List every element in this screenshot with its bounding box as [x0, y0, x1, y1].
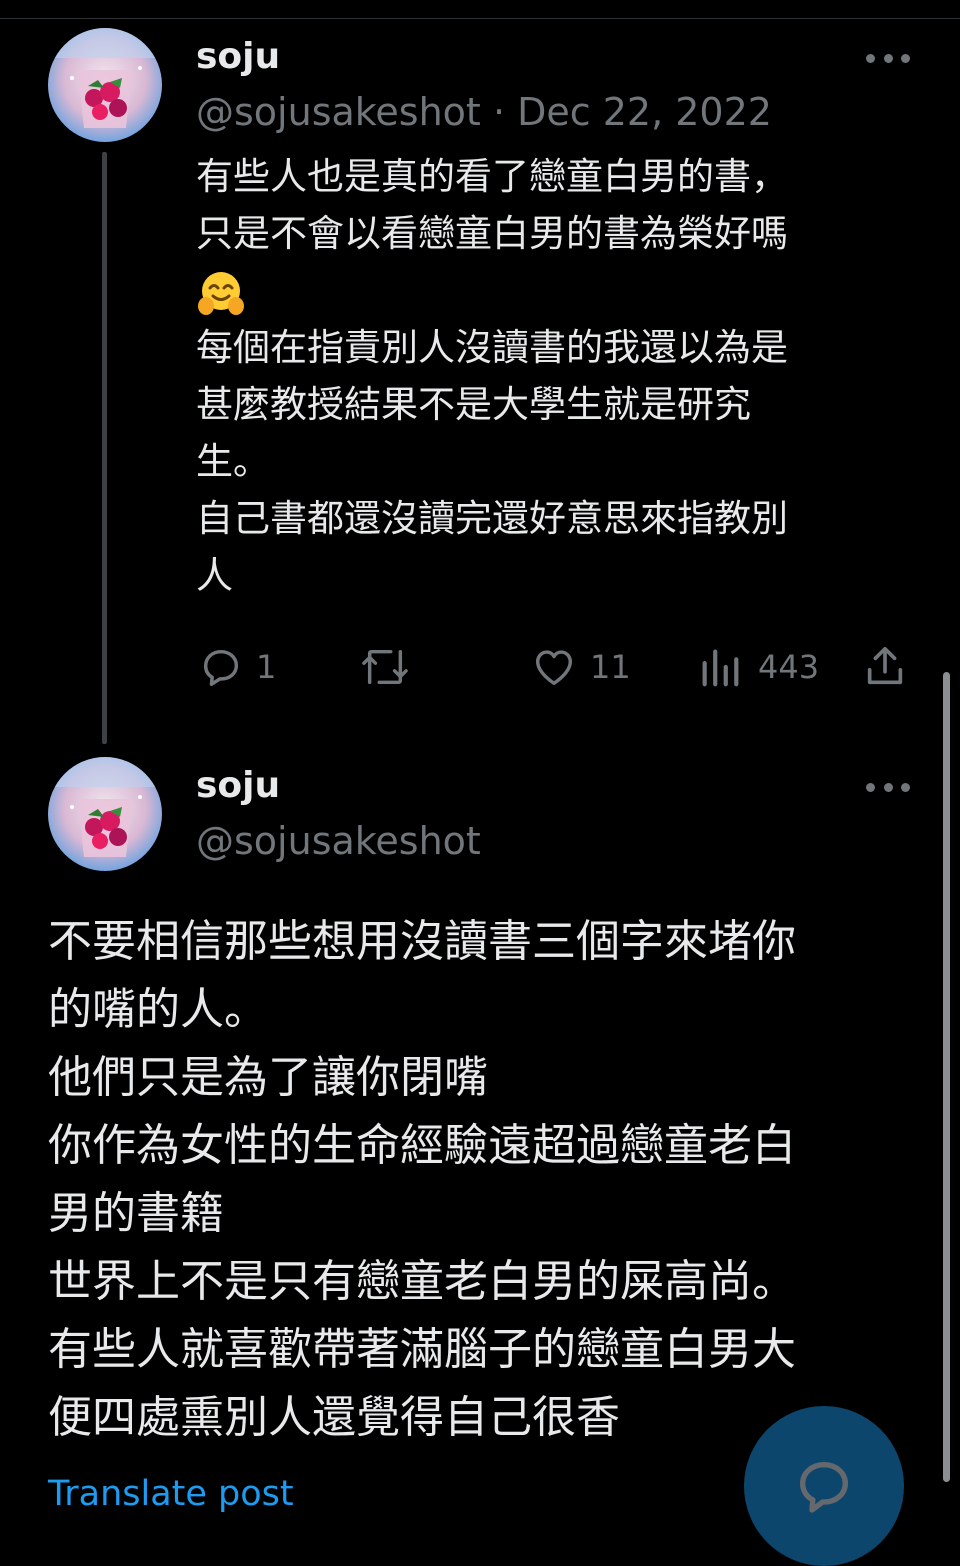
post-text: 不要相信那些想用沒讀書三個字來堵你 的嘴的人。 他們只是為了讓你閉嘴 你作為女性… [48, 916, 796, 1443]
heart-icon [535, 650, 573, 686]
compose-reply-button[interactable] [744, 1406, 904, 1566]
thread-connector-line [102, 152, 107, 744]
hugging-face-emoji-icon [196, 268, 246, 318]
author-name[interactable]: soju [196, 36, 280, 77]
post-text-part-2: 每個在指責別人沒讀書的我還以為是 甚麼教授結果不是大學生就是研究 生。 自己書都… [196, 326, 788, 597]
post-date[interactable]: Dec 22, 2022 [517, 90, 772, 134]
more-options-icon[interactable] [866, 48, 910, 68]
post-text: 有些人也是真的看了戀童白男的書， 只是不會以看戀童白男的書為榮好嗎 每個在指責別… [196, 148, 896, 604]
share-button[interactable] [862, 642, 908, 690]
post-text-part-1: 有些人也是真的看了戀童白男的書， 只是不會以看戀童白男的書為榮好嗎 [196, 155, 788, 255]
author-handle[interactable]: @sojusakeshot [196, 819, 481, 863]
reply-count: 1 [256, 648, 277, 686]
reply-bubble-icon [800, 1462, 848, 1513]
share-icon [867, 646, 903, 685]
more-options-icon[interactable] [866, 777, 910, 797]
top-divider [0, 18, 960, 19]
scrollbar[interactable] [943, 672, 950, 1482]
repost-button[interactable] [358, 644, 424, 690]
author-handle[interactable]: @sojusakeshot [196, 90, 481, 134]
meta-separator: · [492, 90, 506, 134]
repost-icon [362, 649, 408, 685]
views-button[interactable]: 443 [698, 644, 819, 690]
like-count: 11 [590, 648, 631, 686]
reply-icon [203, 649, 239, 686]
translate-post-link[interactable]: Translate post [48, 1474, 294, 1514]
like-button[interactable]: 11 [530, 644, 631, 690]
reply-button[interactable]: 1 [198, 644, 276, 690]
avatar[interactable] [48, 28, 162, 142]
analytics-icon [702, 649, 739, 687]
views-count: 443 [758, 648, 820, 686]
avatar[interactable] [48, 757, 162, 871]
author-meta[interactable]: @sojusakeshot · Dec 22, 2022 [196, 90, 772, 134]
author-name[interactable]: soju [196, 765, 280, 806]
